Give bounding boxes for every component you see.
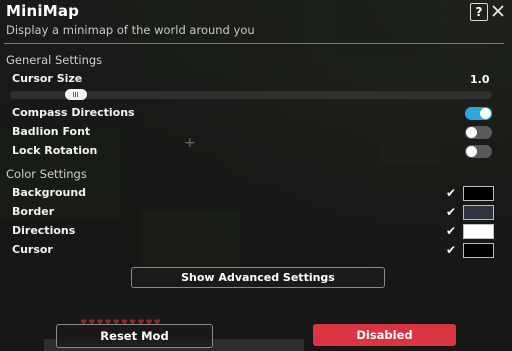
page-subtitle: Display a minimap of the world around yo… [6,23,255,37]
section-general-settings: General Settings [6,53,103,67]
cursor-color-swatch[interactable] [463,243,494,258]
cursor-color-label: Cursor [12,243,53,256]
lock-rotation-label: Lock Rotation [12,144,98,157]
section-color-settings: Color Settings [6,167,87,181]
mod-status-button[interactable]: Disabled [313,324,456,346]
show-advanced-settings-button[interactable]: Show Advanced Settings [131,267,385,288]
mod-header: MiniMap Display a minimap of the world a… [0,0,512,42]
border-checkmark-icon[interactable]: ✔ [446,205,456,219]
background-color-swatch[interactable] [463,186,494,201]
directions-checkmark-icon[interactable]: ✔ [446,224,456,238]
header-divider [4,43,504,44]
crosshair-icon: + [184,135,196,151]
badlion-font-label: Badlion Font [12,125,91,138]
directions-color-swatch[interactable] [463,224,494,239]
compass-directions-toggle[interactable] [465,107,492,120]
reset-mod-button[interactable]: Reset Mod [56,324,213,348]
cursor-size-value: 1.0 [470,73,490,86]
background-checkmark-icon[interactable]: ✔ [446,186,456,200]
help-button[interactable]: ? [470,3,488,21]
lock-rotation-toggle[interactable] [465,145,492,158]
directions-color-label: Directions [12,224,76,237]
cursor-size-label: Cursor Size [12,72,83,85]
background-color-label: Background [12,186,87,199]
cursor-size-slider-thumb[interactable] [65,89,88,100]
border-color-swatch[interactable] [463,205,494,220]
cursor-checkmark-icon[interactable]: ✔ [446,243,456,257]
border-color-label: Border [12,205,55,218]
compass-directions-label: Compass Directions [12,106,135,119]
close-icon[interactable] [490,3,506,19]
page-title: MiniMap [6,2,80,20]
badlion-font-toggle[interactable] [465,126,492,139]
